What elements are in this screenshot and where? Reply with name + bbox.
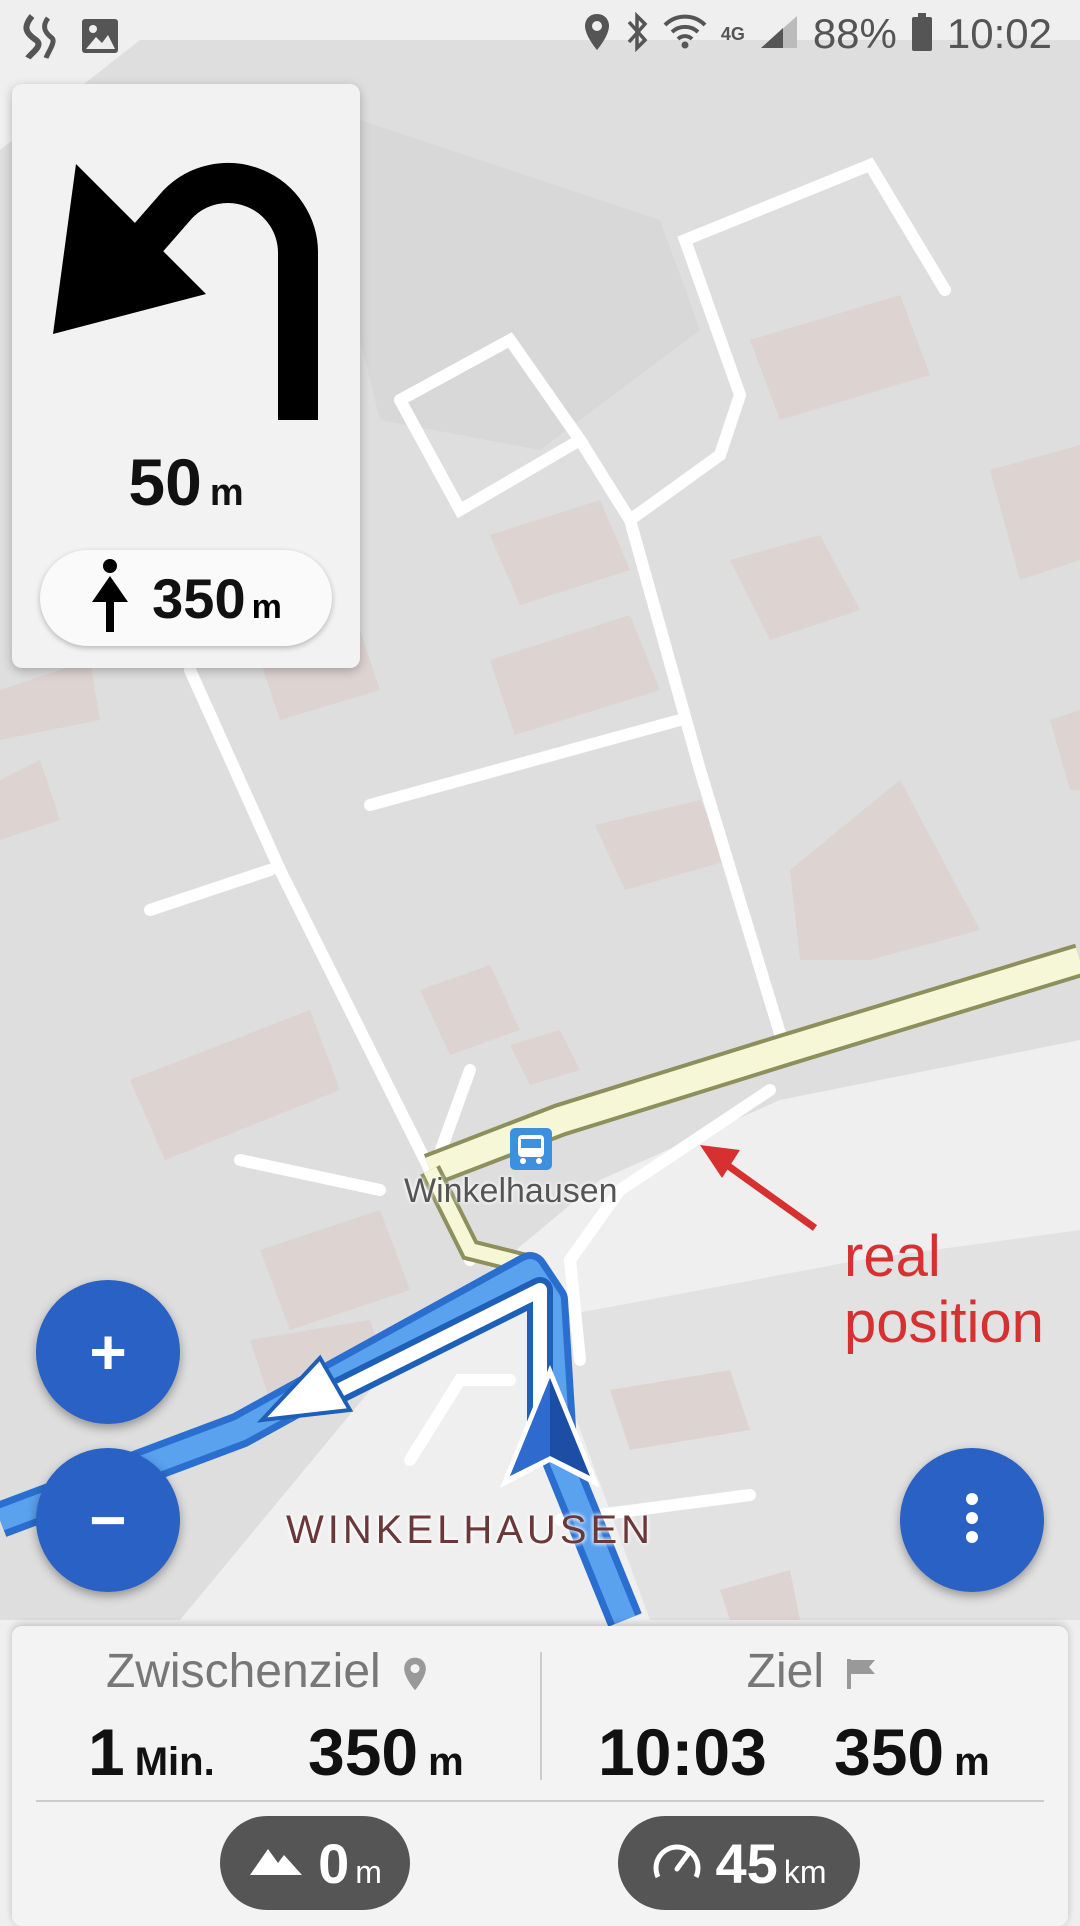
bus-stop-icon <box>510 1128 552 1170</box>
image-icon <box>80 17 120 60</box>
minus-icon: − <box>89 1484 127 1556</box>
sharp-left-turn-icon <box>48 144 338 439</box>
flag-icon <box>837 1645 879 1698</box>
waypoint-distance-unit: m <box>428 1740 464 1784</box>
app-icon <box>22 12 58 65</box>
destination-distance: 350 m <box>834 1714 990 1790</box>
annotation-line-2: position <box>844 1290 1044 1355</box>
annotation-text: real position <box>844 1224 1044 1356</box>
altitude-value: 0 <box>318 1831 350 1895</box>
zoom-out-button[interactable]: − <box>36 1448 180 1592</box>
wifi-icon <box>663 13 707 56</box>
destination-section[interactable]: Ziel 10:03 350 m <box>558 1626 1068 1794</box>
plus-icon: + <box>89 1316 127 1388</box>
destination-title-text: Ziel <box>746 1645 824 1698</box>
status-bar: 4G 88% 10:02 <box>0 0 1080 72</box>
panel-divider-horizontal <box>36 1800 1044 1802</box>
waypoint-distance-value: 350 <box>308 1715 419 1789</box>
town-label: WINKELHAUSEN <box>286 1508 655 1552</box>
altitude-unit: m <box>355 1853 382 1890</box>
destination-distance-unit: m <box>954 1740 990 1784</box>
battery-icon <box>911 12 933 57</box>
zoom-in-button[interactable]: + <box>36 1280 180 1424</box>
waypoint-title: Zwischenziel <box>12 1644 522 1699</box>
turn-instruction-card[interactable]: 50 m 350 m <box>12 84 360 668</box>
destination-time: 10:03 <box>598 1715 767 1789</box>
destination-distance-value: 350 <box>834 1715 945 1789</box>
waypoint-distance: 350 m <box>308 1714 464 1790</box>
altitude-chip[interactable]: 0m <box>220 1816 410 1910</box>
destination-title: Ziel <box>558 1644 1068 1699</box>
pedestrian-icon <box>90 558 130 639</box>
clock: 10:02 <box>946 10 1052 57</box>
more-vert-icon <box>964 1492 980 1549</box>
panel-divider <box>540 1652 542 1780</box>
location-pin-icon <box>394 1645 428 1698</box>
turn-distance-value: 50 <box>128 445 202 519</box>
speed-unit: km <box>783 1853 827 1890</box>
waypoint-section[interactable]: Zwischenziel 1 Min. 350 m <box>12 1626 522 1794</box>
annotation-line-1: real <box>844 1224 941 1289</box>
turn-distance: 50 m <box>12 444 360 520</box>
more-options-button[interactable] <box>900 1448 1044 1592</box>
next-distance-unit: m <box>251 587 282 626</box>
speed-value: 45 <box>715 1831 778 1895</box>
waypoint-title-text: Zwischenziel <box>105 1645 381 1698</box>
mountain-icon <box>248 1845 304 1882</box>
waypoint-time-unit: Min. <box>134 1740 215 1784</box>
waypoint-time: 1 Min. <box>88 1714 215 1790</box>
signal-icon <box>759 14 799 55</box>
bluetooth-icon <box>625 11 649 57</box>
next-distance-value: 350 <box>152 566 246 630</box>
turn-distance-unit: m <box>209 472 244 514</box>
route-info-panel[interactable]: Zwischenziel 1 Min. 350 m Ziel 10:03 350 m … <box>12 1626 1068 1926</box>
waypoint-time-value: 1 <box>88 1715 125 1789</box>
network-type-label: 4G <box>720 23 745 44</box>
location-icon <box>583 12 611 57</box>
next-maneuver-pill[interactable]: 350 m <box>40 550 332 646</box>
battery-percent: 88% <box>812 10 897 57</box>
bus-stop-label: Winkelhausen <box>404 1172 618 1210</box>
speedometer-icon <box>652 1839 702 1888</box>
speed-chip[interactable]: 45 km <box>618 1816 860 1910</box>
